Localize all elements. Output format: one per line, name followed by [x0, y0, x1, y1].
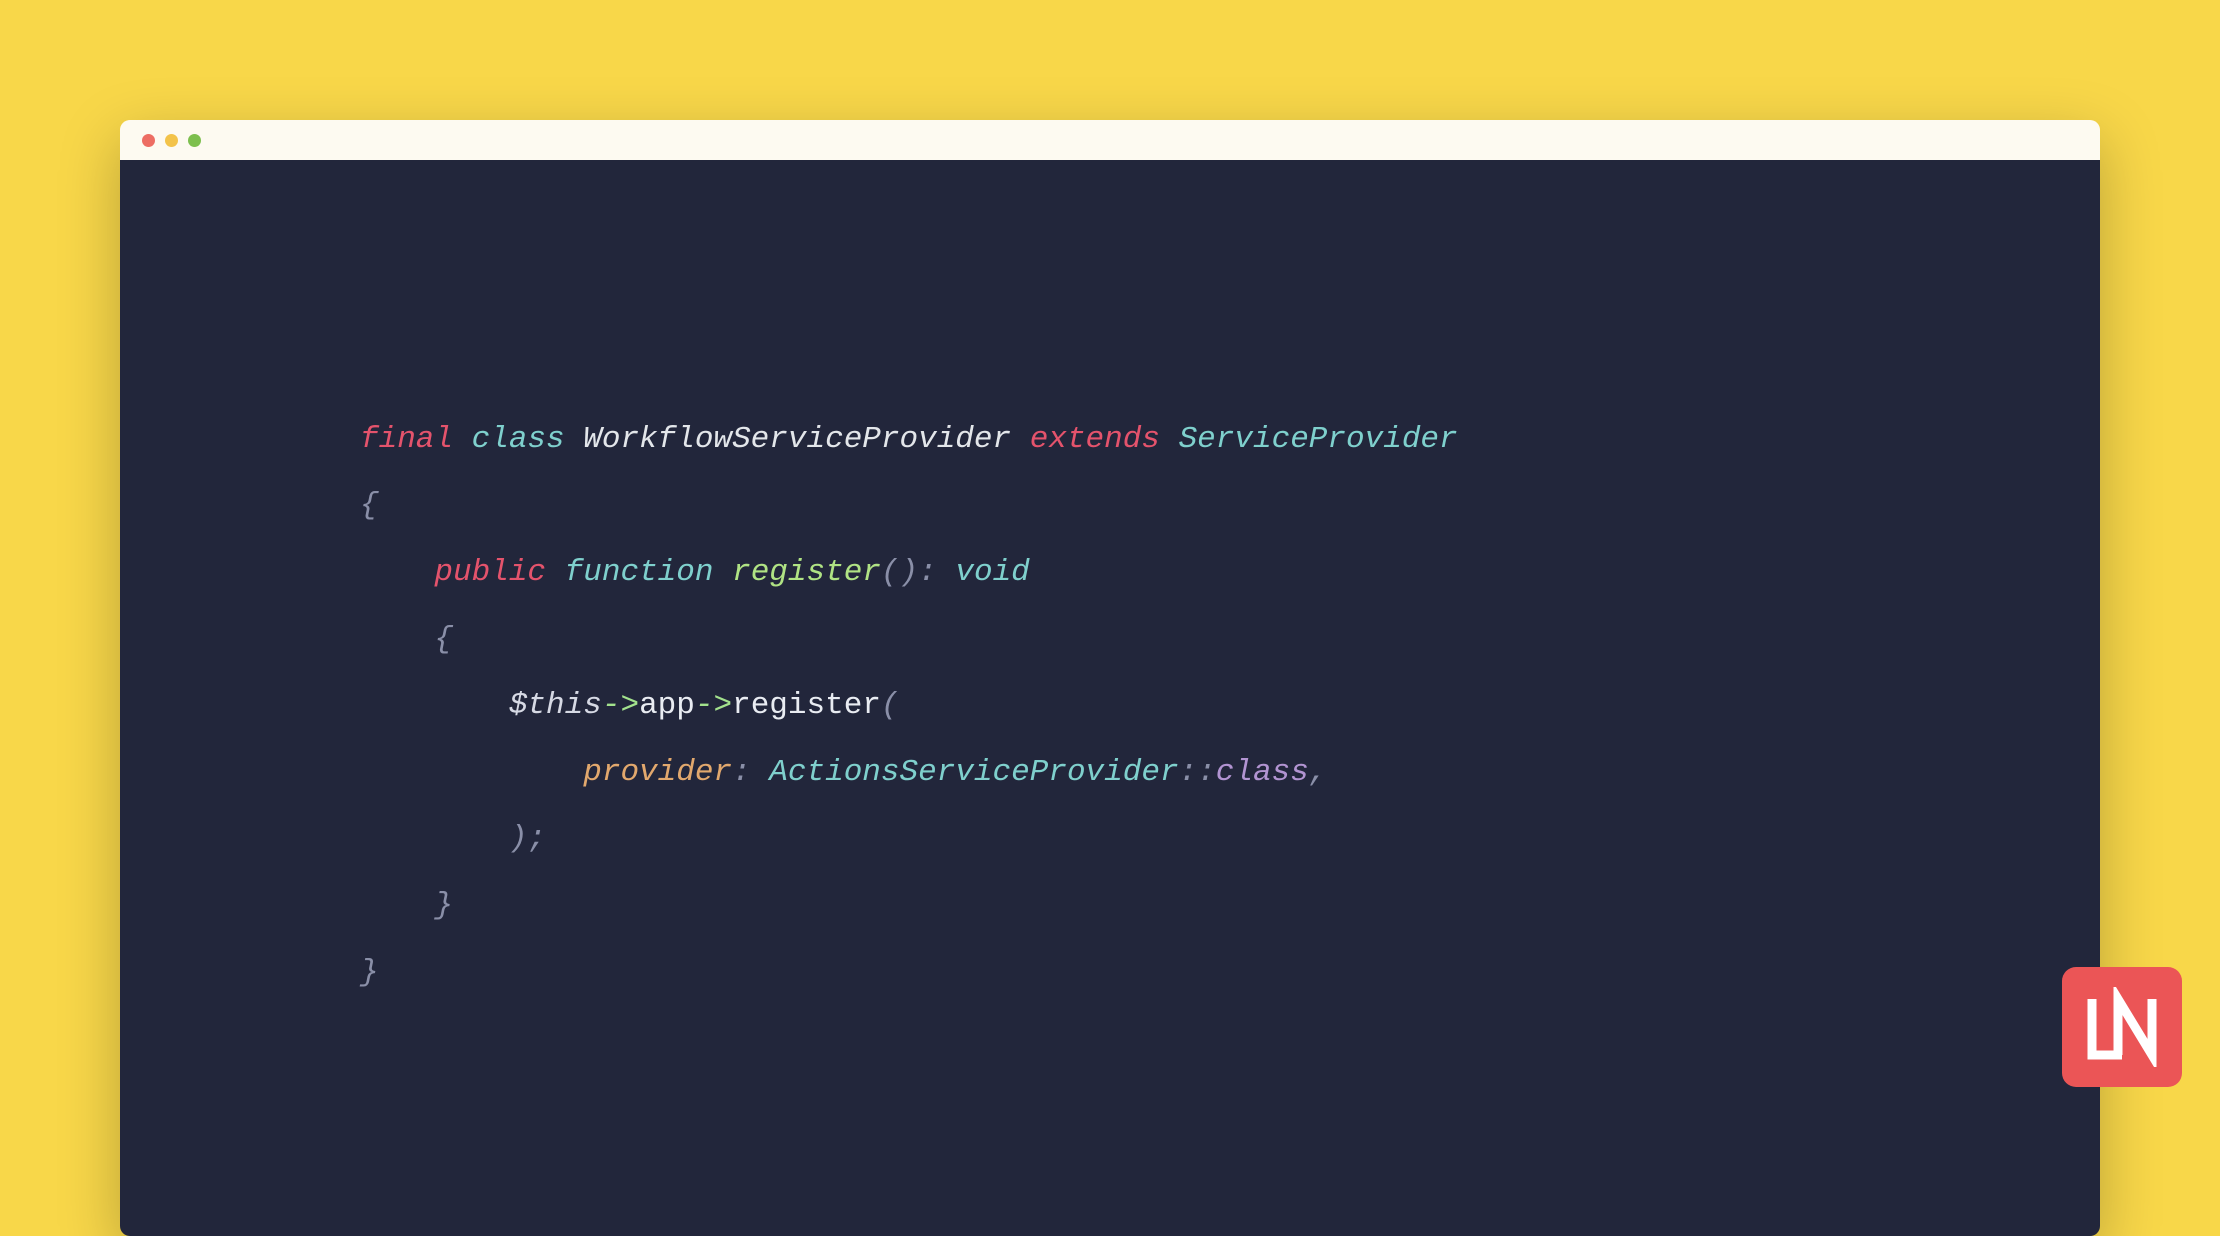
comma: , — [1309, 755, 1328, 790]
code-line-7: ); — [360, 821, 546, 856]
brace-close: } — [434, 888, 453, 923]
maximize-icon[interactable] — [188, 134, 201, 147]
code-line-8: } — [360, 888, 453, 923]
keyword-final: final — [360, 422, 453, 457]
function-name: register — [732, 555, 881, 590]
keyword-public: public — [434, 555, 546, 590]
paren-close: ) — [509, 821, 528, 856]
arg-colon: : — [732, 755, 751, 790]
code-line-5: $this->app->register( — [360, 688, 900, 723]
class-reference: ActionsServiceProvider — [769, 755, 1178, 790]
code-editor: final class WorkflowServiceProvider exte… — [120, 160, 2100, 1236]
code-line-3: public function register(): void — [360, 555, 1030, 590]
return-colon: : — [918, 555, 937, 590]
class-name: WorkflowServiceProvider — [583, 422, 1011, 457]
code-line-6: provider: ActionsServiceProvider::class, — [360, 755, 1327, 790]
named-arg: provider — [583, 755, 732, 790]
brace-close: } — [360, 955, 379, 990]
keyword-extends: extends — [1030, 422, 1160, 457]
code-window: final class WorkflowServiceProvider exte… — [120, 120, 2100, 1236]
semicolon: ; — [527, 821, 546, 856]
code-line-9: } — [360, 955, 379, 990]
brace-open: { — [360, 488, 379, 523]
double-colon: :: — [1179, 755, 1216, 790]
parent-class: ServiceProvider — [1179, 422, 1458, 457]
code-line-1: final class WorkflowServiceProvider exte… — [360, 422, 1458, 457]
logo-badge — [2062, 967, 2182, 1087]
keyword-void: void — [955, 555, 1029, 590]
logo-ln-icon — [2082, 987, 2162, 1067]
parens: () — [881, 555, 918, 590]
keyword-function: function — [565, 555, 714, 590]
var-this: $this — [509, 688, 602, 723]
code-line-4: { — [360, 622, 453, 657]
minimize-icon[interactable] — [165, 134, 178, 147]
method-register: register — [732, 688, 881, 723]
code-line-2: { — [360, 488, 379, 523]
paren-open: ( — [881, 688, 900, 723]
close-icon[interactable] — [142, 134, 155, 147]
arrow-op: -> — [602, 688, 639, 723]
brace-open: { — [434, 622, 453, 657]
keyword-class: class — [472, 422, 565, 457]
arrow-op: -> — [695, 688, 732, 723]
prop-app: app — [639, 688, 695, 723]
class-literal: class — [1216, 755, 1309, 790]
window-titlebar — [120, 120, 2100, 160]
